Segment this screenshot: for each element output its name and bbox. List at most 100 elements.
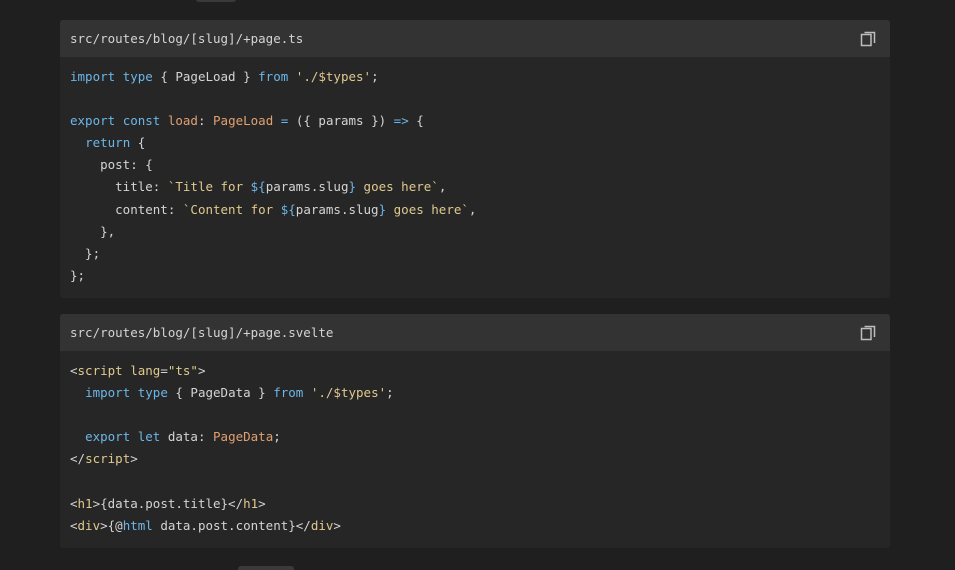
code-token: post: { — [70, 157, 153, 173]
code-token: >{data.post.title}</ — [92, 495, 244, 511]
code-token: type — [122, 69, 153, 84]
code-line: <script lang="ts"> — [70, 360, 880, 382]
code-token: title: — [70, 179, 168, 195]
code-token: export — [85, 429, 131, 445]
code-token: div — [77, 517, 101, 533]
code-token: goes here` — [386, 201, 469, 217]
code-line: return { — [70, 132, 880, 154]
code-token: : — [197, 113, 214, 129]
code-token: > — [258, 495, 266, 511]
code-token: from — [273, 385, 304, 401]
code-token: './$types' — [295, 69, 372, 84]
code-token: params.slug — [295, 201, 379, 217]
code-token: lang — [130, 363, 161, 378]
copy-icon — [860, 325, 876, 340]
inline-code-fragment — [238, 566, 294, 570]
copy-icon — [860, 31, 876, 46]
inline-code-fragment — [196, 0, 236, 2]
code-token: => — [393, 113, 409, 129]
code-token: const — [122, 113, 161, 129]
docs-page: src/routes/blog/[slug]/+page.ts import t… — [0, 0, 955, 570]
code-token: ${ — [250, 179, 266, 195]
code-token: html — [122, 517, 153, 533]
code-line: export const load: PageLoad = ({ params … — [70, 110, 880, 132]
code-line: import type { PageLoad } from './$types'… — [70, 66, 880, 88]
code-token: return — [85, 135, 131, 151]
code-body[interactable]: import type { PageLoad } from './$types'… — [60, 57, 890, 287]
code-token: < — [70, 495, 78, 511]
code-token: params.slug — [265, 179, 349, 195]
code-token: { PageData } — [167, 385, 274, 401]
code-token: > — [130, 451, 138, 467]
code-token: `Content for — [182, 201, 281, 217]
code-block-header: src/routes/blog/[slug]/+page.svelte — [60, 314, 890, 351]
code-token: h1 — [243, 495, 259, 511]
code-token: > — [333, 517, 341, 533]
code-token: script — [85, 451, 131, 467]
code-filename: src/routes/blog/[slug]/+page.svelte — [70, 325, 334, 340]
code-token: } — [348, 179, 357, 195]
code-token: < — [70, 517, 78, 533]
code-token: = — [160, 363, 168, 378]
code-block-header: src/routes/blog/[slug]/+page.ts — [60, 20, 890, 57]
code-token: PageData — [213, 429, 274, 445]
code-token: { — [408, 113, 424, 129]
code-line: </script> — [70, 448, 880, 470]
copy-button[interactable] — [859, 324, 877, 342]
code-token: ; — [273, 429, 281, 445]
code-token: }, — [70, 223, 116, 239]
code-token: script — [77, 363, 123, 378]
code-token: type — [137, 385, 168, 401]
code-token: ${ — [280, 201, 296, 217]
code-token: , — [438, 179, 447, 195]
code-token: < — [70, 363, 78, 378]
code-body[interactable]: <script lang="ts"> import type { PageDat… — [60, 351, 890, 537]
code-token: </ — [70, 451, 86, 467]
code-token: PageLoad — [213, 113, 274, 129]
code-line: export let data: PageData; — [70, 426, 880, 448]
code-block-page-svelte: src/routes/blog/[slug]/+page.svelte <scr… — [60, 314, 890, 548]
code-token: ; — [386, 385, 394, 401]
code-token: goes here` — [356, 179, 439, 195]
code-line: }; — [70, 265, 880, 287]
code-line: content: `Content for ${params.slug} goe… — [70, 199, 880, 221]
code-token: h1 — [77, 495, 93, 511]
code-token: ; — [371, 69, 379, 84]
code-line: title: `Title for ${params.slug} goes he… — [70, 176, 880, 198]
code-token: './$types' — [310, 385, 387, 401]
code-line: import type { PageData } from './$types'… — [70, 382, 880, 404]
code-token: data: — [160, 429, 214, 445]
code-token: export — [70, 113, 116, 129]
code-token: content: — [70, 201, 183, 217]
code-token: ({ params }) — [288, 113, 394, 129]
code-line: }, — [70, 221, 880, 243]
code-token: > — [197, 363, 206, 378]
code-line: <div>{@html data.post.content}</div> — [70, 515, 880, 537]
code-line: post: { — [70, 154, 880, 176]
code-token: "ts" — [167, 363, 198, 378]
code-token: import — [70, 69, 116, 84]
code-token: { PageLoad } — [152, 69, 259, 84]
code-line: }; — [70, 243, 880, 265]
copy-button[interactable] — [859, 30, 877, 48]
code-filename: src/routes/blog/[slug]/+page.ts — [70, 31, 304, 46]
code-token: div — [310, 517, 334, 533]
code-token: import — [85, 385, 131, 401]
code-token: , — [468, 201, 477, 217]
code-token: `Title for — [167, 179, 251, 195]
code-line: <h1>{data.post.title}</h1> — [70, 493, 880, 515]
